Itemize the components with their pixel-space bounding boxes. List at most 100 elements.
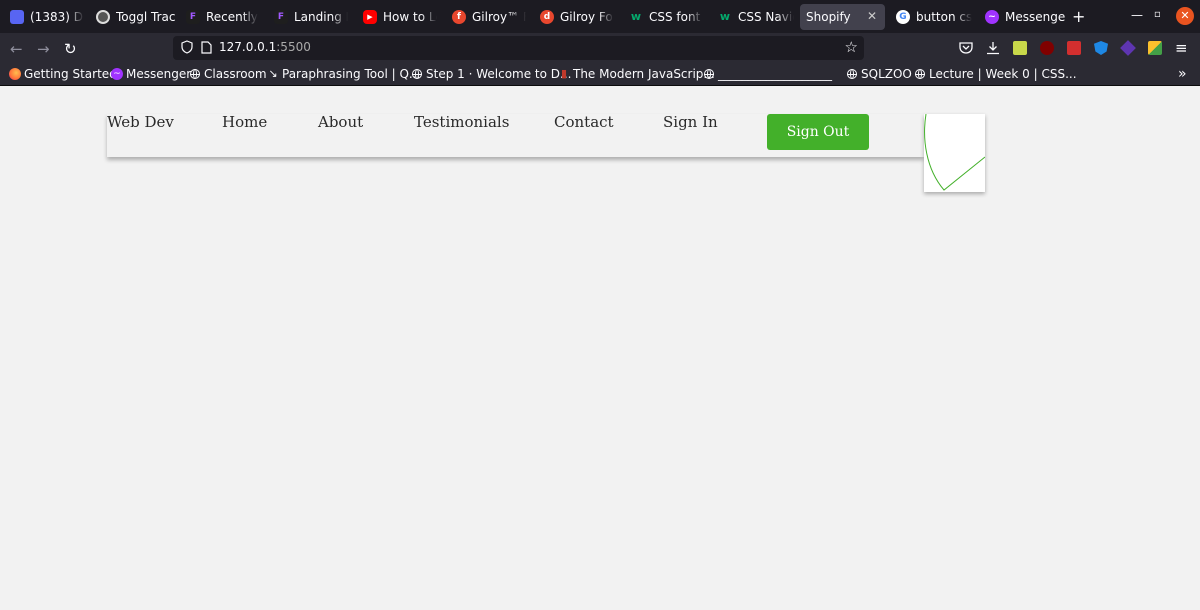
navigation-toolbar: ← → ↻ 127.0.0.1:5500 ☆ ≡ bbox=[0, 33, 1200, 64]
youtube-icon: ▶ bbox=[363, 10, 377, 24]
tab-label: Recently vi bbox=[206, 10, 258, 24]
tab-discord[interactable]: (1383) Disc bbox=[4, 4, 84, 30]
toggl-icon bbox=[96, 10, 110, 24]
tab-label: Gilroy™ For bbox=[472, 10, 526, 24]
bookmark-modern-javascript[interactable]: ▮ The Modern JavaScrip... bbox=[558, 67, 715, 81]
tab-label: Toggl Track bbox=[116, 10, 176, 24]
close-tab-icon[interactable]: ✕ bbox=[867, 9, 877, 23]
tab-bar: (1383) Disc Toggl Track F Recently vi F … bbox=[0, 0, 1200, 33]
address-bar[interactable]: 127.0.0.1:5500 ☆ bbox=[173, 36, 864, 60]
extension-puzzle-icon[interactable] bbox=[1148, 41, 1162, 55]
back-icon[interactable]: ← bbox=[10, 40, 23, 58]
new-tab-icon[interactable]: + bbox=[1072, 7, 1085, 26]
tab-label: How to Lea bbox=[383, 10, 437, 24]
discord-icon bbox=[10, 10, 24, 24]
tab-toggl[interactable]: Toggl Track bbox=[90, 4, 176, 30]
tab-css-font[interactable]: w CSS font pr bbox=[623, 4, 703, 30]
tab-css-navigation[interactable]: w CSS Naviga bbox=[712, 4, 794, 30]
nav-link-contact[interactable]: Contact bbox=[554, 113, 614, 131]
maximize-icon[interactable]: ▫ bbox=[1154, 9, 1161, 20]
tab-label: CSS font pr bbox=[649, 10, 703, 24]
bookmark-label: Classroom bbox=[204, 67, 267, 81]
tab-label: Gilroy Font bbox=[560, 10, 614, 24]
tab-button-css[interactable]: G button css bbox=[890, 4, 972, 30]
bookmark-sqlzoo[interactable]: SQLZOO bbox=[847, 67, 912, 81]
globe-icon bbox=[190, 69, 200, 79]
logo-shape bbox=[924, 113, 986, 191]
bookmark-paraphrasing-tool[interactable]: ↘ Paraphrasing Tool | Q... bbox=[267, 67, 420, 81]
bookmark-label: Getting Started bbox=[24, 67, 117, 81]
tab-label: Landing Pa bbox=[294, 10, 348, 24]
minimize-icon[interactable]: — bbox=[1131, 8, 1143, 22]
w3schools-icon: w bbox=[719, 10, 731, 23]
globe-icon bbox=[412, 69, 422, 79]
bitwarden-icon[interactable] bbox=[1094, 41, 1108, 55]
tab-gilroy-font-1[interactable]: f Gilroy™ For bbox=[446, 4, 526, 30]
bookmark-star-icon[interactable]: ☆ bbox=[845, 38, 858, 56]
downloads-icon[interactable] bbox=[986, 41, 1000, 55]
brand-link[interactable]: Web Dev bbox=[107, 113, 174, 131]
bookmark-messenger[interactable]: ~ Messenger bbox=[111, 67, 191, 81]
tab-gilroy-font-2[interactable]: d Gilroy Font bbox=[534, 4, 614, 30]
url-port: :5500 bbox=[276, 40, 311, 54]
bookmark-label: Lecture | Week 0 | CSS... bbox=[929, 67, 1077, 81]
bookmark-label: Messenger bbox=[126, 67, 192, 81]
tab-label: Shopify bbox=[806, 10, 851, 24]
ublock-icon[interactable] bbox=[1040, 41, 1054, 55]
forward-icon[interactable]: → bbox=[37, 40, 50, 58]
menu-icon[interactable]: ≡ bbox=[1175, 39, 1188, 57]
tab-messenger[interactable]: ~ Messenger bbox=[979, 4, 1065, 30]
figma-icon: F bbox=[274, 10, 288, 24]
font-f-icon: f bbox=[452, 10, 466, 24]
font-d-icon: d bbox=[540, 10, 554, 24]
nav-link-testimonials[interactable]: Testimonials bbox=[414, 113, 509, 131]
figma-icon: F bbox=[186, 10, 200, 24]
bookmark-getting-started[interactable]: Getting Started bbox=[9, 67, 117, 81]
messenger-icon: ~ bbox=[111, 68, 123, 80]
logo-box bbox=[924, 113, 986, 192]
page-icon[interactable] bbox=[201, 41, 212, 54]
tab-label: (1383) Disc bbox=[30, 10, 84, 24]
url-text[interactable]: 127.0.0.1:5500 bbox=[219, 40, 311, 54]
url-host: 127.0.0.1 bbox=[219, 40, 277, 54]
window-close-icon[interactable]: ✕ bbox=[1176, 7, 1194, 25]
bookmark-label: Step 1 · Welcome to D... bbox=[426, 67, 572, 81]
tab-label: CSS Naviga bbox=[738, 10, 794, 24]
sign-out-button[interactable]: Sign Out bbox=[767, 114, 869, 150]
google-icon: G bbox=[896, 10, 910, 24]
reload-icon[interactable]: ↻ bbox=[64, 40, 77, 58]
tab-label: Messenger bbox=[1005, 10, 1065, 24]
w3schools-icon: w bbox=[630, 10, 642, 23]
tab-landing-page[interactable]: F Landing Pa bbox=[268, 4, 348, 30]
bookmark-label: Paraphrasing Tool | Q... bbox=[282, 67, 421, 81]
bookmarks-toolbar: Getting Started ~ Messenger Classroom ↘ … bbox=[0, 64, 1200, 86]
nav-link-about[interactable]: About bbox=[318, 113, 363, 131]
bookmark-label: ___________________ bbox=[718, 67, 832, 81]
extension-red-icon[interactable] bbox=[1067, 41, 1081, 55]
tab-recently-viewed[interactable]: F Recently vi bbox=[180, 4, 258, 30]
tab-shopify[interactable]: Shopify ✕ bbox=[800, 4, 885, 30]
bookmark-lecture-week-0[interactable]: Lecture | Week 0 | CSS... bbox=[915, 67, 1077, 81]
nav-link-home[interactable]: Home bbox=[222, 113, 267, 131]
more-bookmarks-icon[interactable]: » bbox=[1178, 66, 1187, 82]
globe-icon bbox=[704, 69, 714, 79]
extension-purple-icon[interactable] bbox=[1120, 40, 1136, 56]
quillbot-icon: ↘ bbox=[268, 67, 278, 80]
globe-icon bbox=[915, 69, 925, 79]
bookmark-label: The Modern JavaScrip... bbox=[573, 67, 715, 81]
messenger-icon: ~ bbox=[985, 10, 999, 24]
shield-icon[interactable] bbox=[181, 40, 193, 54]
pocket-icon[interactable] bbox=[959, 41, 973, 55]
bookmark-label: SQLZOO bbox=[861, 67, 912, 81]
bookmark-step-1[interactable]: Step 1 · Welcome to D... bbox=[412, 67, 571, 81]
bookmark-classroom[interactable]: Classroom bbox=[190, 67, 267, 81]
tab-how-to-learn[interactable]: ▶ How to Lea bbox=[357, 4, 437, 30]
tab-label: button css bbox=[916, 10, 972, 24]
firefox-icon bbox=[9, 68, 21, 80]
site-header: Web Dev Home About Testimonials Contact … bbox=[107, 113, 924, 157]
globe-icon bbox=[847, 69, 857, 79]
extension-notes-icon[interactable] bbox=[1013, 41, 1027, 55]
bookmark-untitled[interactable]: ___________________ bbox=[704, 67, 832, 81]
nav-link-sign-in[interactable]: Sign In bbox=[663, 113, 718, 131]
javascript-info-icon: ▮ bbox=[560, 67, 568, 80]
